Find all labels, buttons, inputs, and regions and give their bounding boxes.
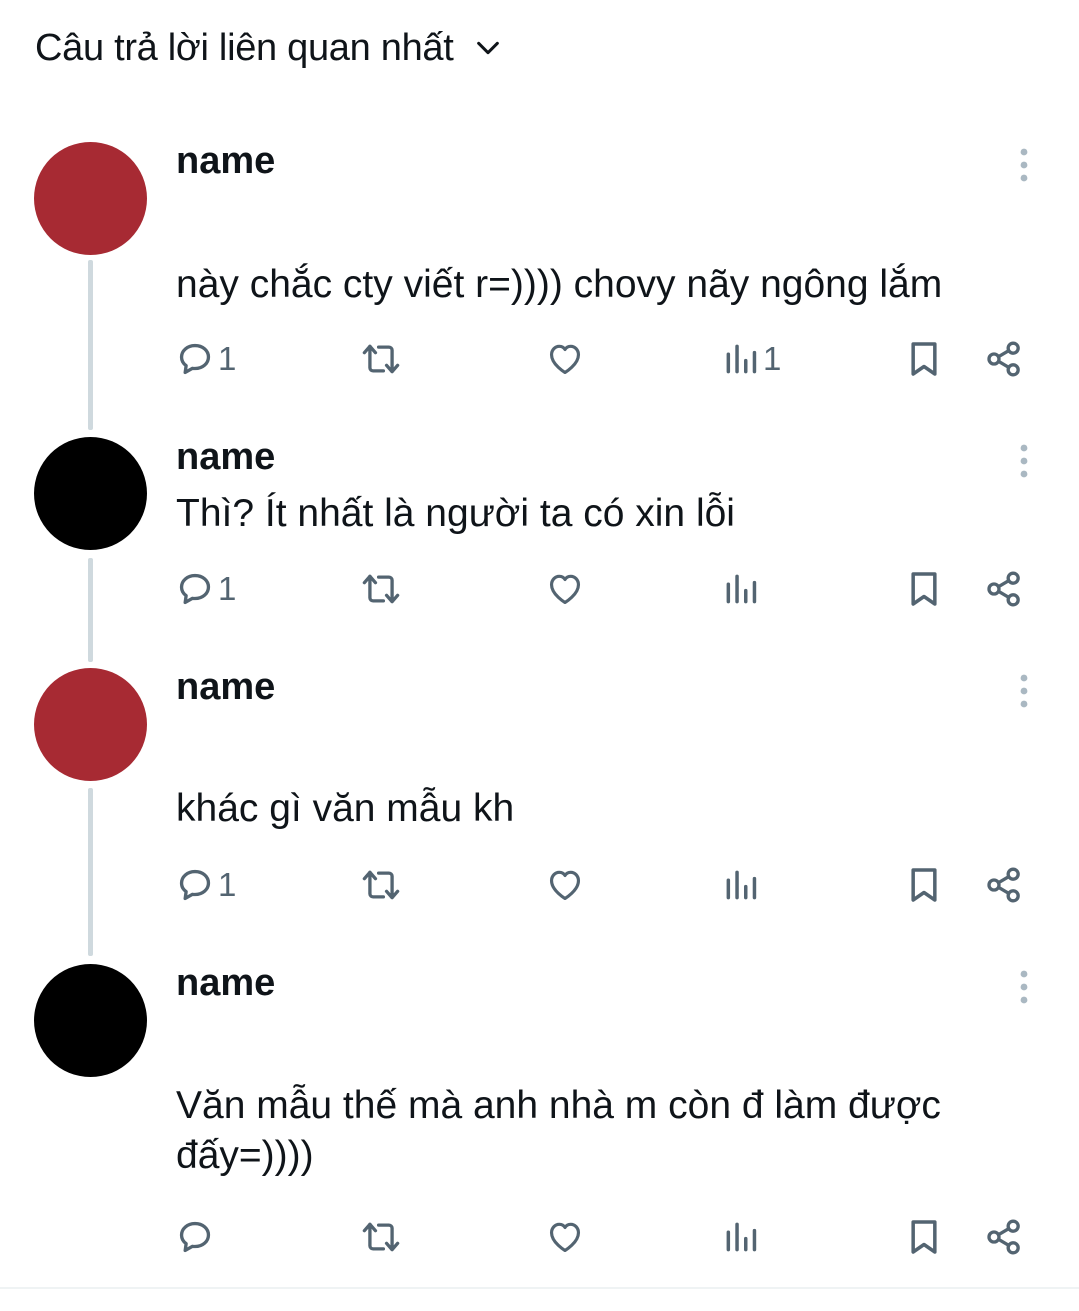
more-options-icon[interactable] <box>1010 145 1038 185</box>
avatar[interactable] <box>34 437 147 550</box>
reply-button[interactable]: 1 <box>176 334 236 384</box>
heart-icon <box>549 1222 581 1253</box>
analytics-icon <box>726 1222 757 1252</box>
bookmark-icon <box>911 1220 937 1254</box>
more-options-icon[interactable] <box>1010 441 1038 481</box>
reply-button[interactable]: 1 <box>176 564 236 614</box>
repost-icon <box>362 1222 400 1252</box>
repost-button[interactable] <box>360 334 402 384</box>
analytics-icon <box>726 574 757 604</box>
share-button[interactable] <box>984 334 1024 384</box>
share-icon <box>987 867 1020 903</box>
views-button[interactable] <box>723 1212 763 1262</box>
like-button[interactable] <box>545 1212 585 1262</box>
action-bar <box>0 1212 1079 1262</box>
sort-dropdown[interactable]: Câu trả lời liên quan nhất <box>35 22 504 74</box>
share-icon <box>987 341 1020 377</box>
reply-count: 1 <box>218 570 237 607</box>
share-button[interactable] <box>984 564 1024 614</box>
reply-icon <box>179 869 211 901</box>
share-button[interactable] <box>984 1212 1024 1262</box>
bookmark-button[interactable] <box>906 1212 942 1262</box>
bookmark-button[interactable] <box>906 860 942 910</box>
reply-count: 1 <box>218 340 237 377</box>
author-name[interactable]: name <box>176 140 275 183</box>
more-options-icon[interactable] <box>1010 967 1038 1007</box>
views-button[interactable] <box>723 860 763 910</box>
repost-icon <box>362 344 400 374</box>
action-bar: 1 <box>0 564 1079 614</box>
view-count: 1 <box>763 340 782 377</box>
reply-text: này chắc cty viết r=)))) chovy nãy ngông… <box>176 263 943 306</box>
author-name[interactable]: name <box>176 962 275 1005</box>
repost-icon <box>362 574 400 604</box>
analytics-icon <box>726 870 757 900</box>
heart-icon <box>549 344 581 375</box>
share-icon <box>987 1219 1020 1255</box>
author-name[interactable]: name <box>176 666 275 709</box>
bookmark-icon <box>911 342 937 376</box>
reply-icon <box>179 573 211 605</box>
more-options-icon[interactable] <box>1010 671 1038 711</box>
action-bar: 1 <box>0 860 1079 910</box>
reply-text: khác gì văn mẫu kh <box>176 787 515 830</box>
reply-count: 1 <box>218 866 237 903</box>
share-icon <box>987 571 1020 607</box>
bookmark-button[interactable] <box>906 564 942 614</box>
like-button[interactable] <box>545 334 585 384</box>
bookmark-button[interactable] <box>906 334 942 384</box>
avatar[interactable] <box>34 142 147 255</box>
action-bar: 1 1 <box>0 334 1079 384</box>
views-button[interactable]: 1 <box>723 334 781 384</box>
bookmark-icon <box>911 868 937 902</box>
reply-icon <box>179 1221 211 1253</box>
like-button[interactable] <box>545 860 585 910</box>
sort-label: Câu trả lời liên quan nhất <box>35 26 454 69</box>
bookmark-icon <box>911 572 937 606</box>
reply-icon <box>179 343 211 375</box>
reply-text: Văn mẫu thế mà anh nhà m còn đ làm được … <box>176 1084 941 1177</box>
avatar[interactable] <box>34 964 147 1077</box>
reply-button[interactable] <box>176 1212 218 1262</box>
repost-button[interactable] <box>360 564 402 614</box>
repost-button[interactable] <box>360 860 402 910</box>
reply-button[interactable]: 1 <box>176 860 236 910</box>
repost-icon <box>362 870 400 900</box>
heart-icon <box>549 870 581 901</box>
avatar[interactable] <box>34 668 147 781</box>
like-button[interactable] <box>545 564 585 614</box>
share-button[interactable] <box>984 860 1024 910</box>
divider <box>0 1287 1079 1289</box>
repost-button[interactable] <box>360 1212 402 1262</box>
analytics-icon <box>726 344 757 374</box>
chevron-down-icon <box>474 33 504 63</box>
author-name[interactable]: name <box>176 436 275 479</box>
views-button[interactable] <box>723 564 763 614</box>
heart-icon <box>549 574 581 605</box>
reply-text: Thì? Ít nhất là người ta có xin lỗi <box>176 492 735 535</box>
